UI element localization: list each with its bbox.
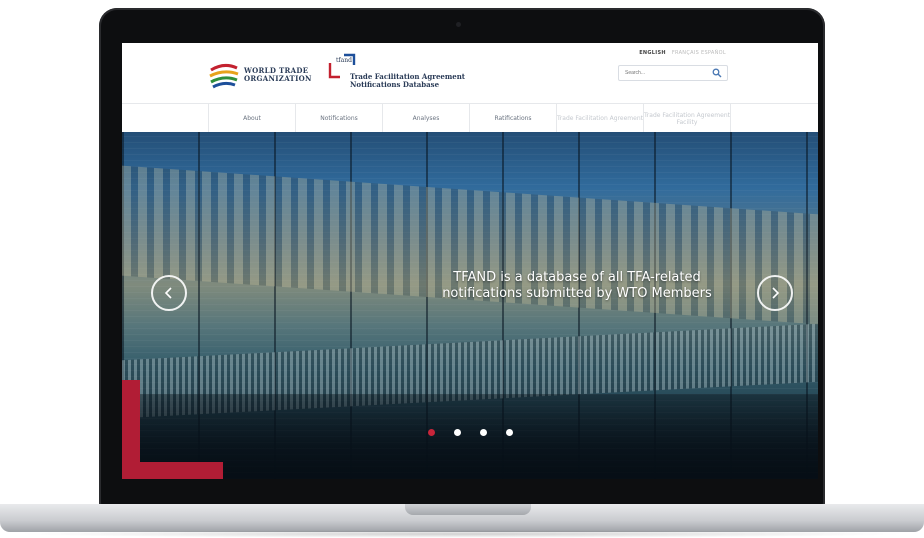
hero-caption: TFAND is a database of all TFA-related n… <box>387 270 767 302</box>
carousel-dot-4[interactable] <box>506 429 513 436</box>
lang-english-link[interactable]: ENGLISH <box>639 50 666 56</box>
nav-notifications[interactable]: Notifications <box>295 104 382 133</box>
nav-ratifications[interactable]: Ratifications <box>469 104 556 133</box>
carousel-prev-button[interactable] <box>151 275 187 311</box>
carousel-next-button[interactable] <box>757 275 793 311</box>
wto-logo-icon[interactable] <box>208 61 240 89</box>
language-switcher: ENGLISH FRANÇAIS ESPAÑOL <box>639 50 726 56</box>
nav-tfa-facility[interactable]: Trade Facilitation Agreement Facility <box>643 104 731 133</box>
hero-overlay <box>122 132 818 479</box>
laptop-base-notch <box>405 504 531 515</box>
decorative-bracket-horizontal <box>122 462 223 479</box>
carousel-dot-1[interactable] <box>428 429 435 436</box>
wto-line-2: ORGANIZATION <box>244 74 312 83</box>
carousel-dot-2[interactable] <box>454 429 461 436</box>
laptop-screen: ENGLISH FRANÇAIS ESPAÑOL WORLD TRADE ORG… <box>122 43 818 479</box>
hero-caption-line-1: TFAND is a database of all TFA-related <box>453 270 701 285</box>
carousel-dot-3[interactable] <box>480 429 487 436</box>
hero-carousel: TFAND is a database of all TFA-related n… <box>122 132 818 479</box>
tfand-title-line-2: Notifications Database <box>350 80 440 89</box>
main-nav: About Notifications Analyses Ratificatio… <box>122 103 818 134</box>
tfand-title: Trade Facilitation Agreement Notificatio… <box>350 73 465 89</box>
search-icon[interactable] <box>712 68 722 78</box>
wto-wordmark: WORLD TRADE ORGANIZATION <box>244 67 312 83</box>
nav-about[interactable]: About <box>208 104 295 133</box>
laptop-shadow <box>14 530 910 538</box>
search-input[interactable] <box>625 68 709 77</box>
search-box[interactable] <box>618 65 728 81</box>
chevron-right-icon <box>772 287 780 299</box>
site-header: ENGLISH FRANÇAIS ESPAÑOL WORLD TRADE ORG… <box>122 43 818 103</box>
tfand-short-label: tfand <box>336 57 352 64</box>
chevron-left-icon <box>164 287 172 299</box>
carousel-indicators <box>428 429 513 436</box>
camera-dot <box>456 22 461 27</box>
lang-other-links[interactable]: FRANÇAIS ESPAÑOL <box>672 50 726 56</box>
nav-analyses[interactable]: Analyses <box>382 104 469 133</box>
nav-trade-facilitation-agreement[interactable]: Trade Facilitation Agreement <box>556 104 643 133</box>
hero-caption-line-2: notifications submitted by WTO Members <box>442 286 712 301</box>
